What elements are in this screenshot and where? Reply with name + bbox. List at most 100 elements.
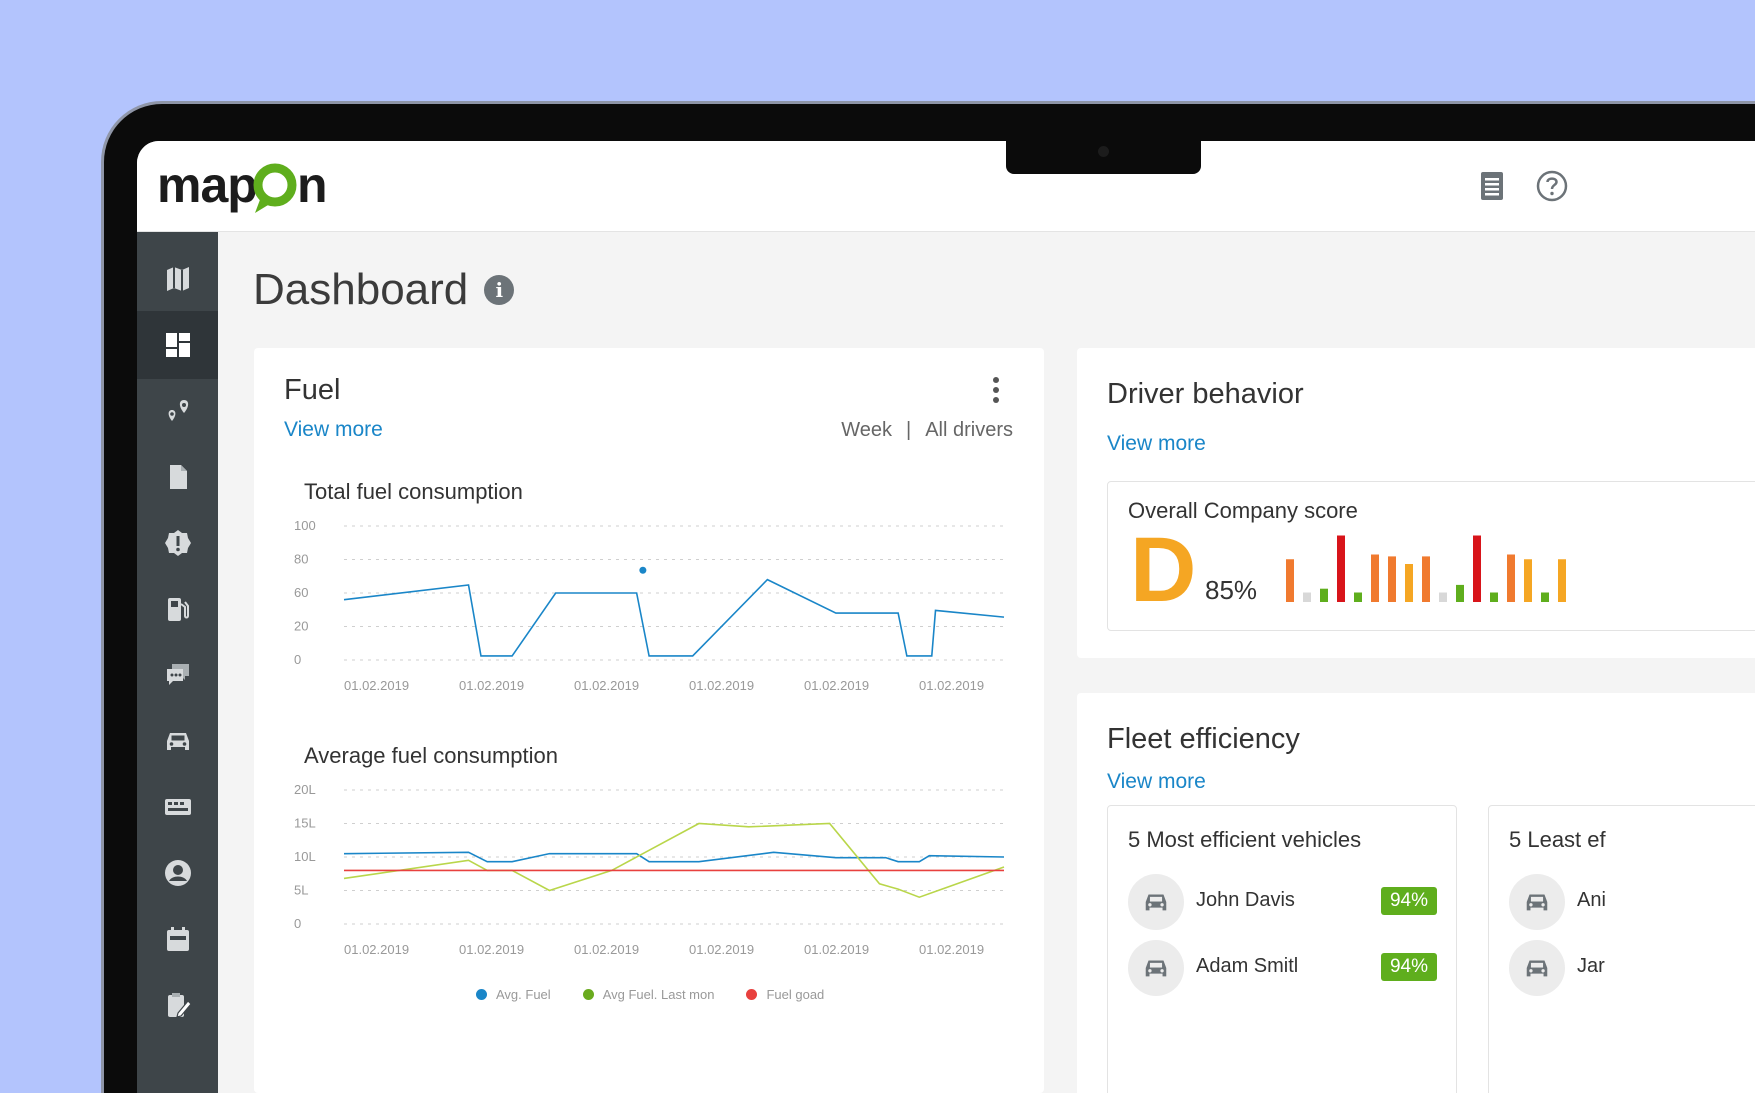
driver-behavior-card: Driver behavior View more Overall Compan… [1077,348,1755,658]
score-bar [1558,559,1566,602]
nav-tasks[interactable] [137,971,218,1039]
least-efficient-title: 5 Least ef [1509,827,1606,852]
most-efficient-title: 5 Most efficient vehicles [1128,827,1362,852]
sidebar [137,232,218,1093]
driver-behavior-title: Driver behavior [1107,378,1304,410]
score-bar [1473,535,1481,602]
car-icon [1526,894,1548,911]
car-icon [166,733,189,750]
avg-fuel-x-tick-label: 01.02.2019 [344,942,409,957]
score-bar [1303,592,1311,602]
camera-lens [1098,146,1109,157]
notes-icon[interactable] [1475,169,1509,203]
info-icon[interactable]: i [484,275,515,305]
score-bar [1439,592,1447,602]
help-icon[interactable] [1535,169,1569,203]
total-fuel-x-tick-label: 01.02.2019 [344,678,409,693]
score-bar [1490,592,1498,602]
score-bar [1354,592,1362,602]
score-bar [1371,554,1379,602]
avg-fuel-chart: 20L 15L 10L 5L 0 01.02.2019 01.02.2019 01.02.20… [294,782,1005,957]
score-bar [1337,535,1345,602]
mapon-logo[interactable]: map n [157,153,347,221]
nav-routes[interactable] [137,377,218,445]
total-fuel-y-tick-label: 80 [294,552,308,567]
vehicle-row[interactable]: Jar [1509,940,1709,996]
avg-fuel-y-tick-label: 0 [294,916,301,931]
calendar-icon [166,927,189,951]
total-fuel-x-tick-label: 01.02.2019 [804,678,869,693]
legend-avg-fuel-last-month: Avg Fuel. Last mon [582,987,714,1002]
avg-fuel-x-tick-label: 01.02.2019 [804,942,869,957]
fleet-efficiency-card: Fleet efficiency View more 5 Most effici… [1077,693,1755,1093]
score-grade: D [1130,519,1197,621]
fuel-card: Fuel View more Week | All drivers Total … [254,348,1044,1093]
avg-fuel-y-tick-label: 20L [294,782,316,797]
total-fuel-chart: 100 80 60 20 0 01.02.2019 01.02.2019 01.02.2019… [294,518,1005,693]
nav-fuel[interactable] [137,575,218,643]
total-fuel-y-tick-label: 0 [294,652,301,667]
avg-fuel-x-tick-label: 01.02.2019 [919,942,984,957]
fleet-efficiency-title: Fleet efficiency [1107,723,1300,755]
score-bar [1320,588,1328,602]
logo-text-end: n [297,157,328,213]
dashboard-icon [165,333,190,357]
vehicle-avatar [1509,874,1565,930]
total-fuel-x-tick-label: 01.02.2019 [919,678,984,693]
more-options-icon[interactable] [990,376,1002,406]
score-bar [1405,564,1413,602]
page-title: Dashboard i [253,265,515,315]
score-bars-chart [1286,535,1566,602]
car-icon [1526,960,1548,977]
vehicle-row[interactable]: Adam Smitl 94% [1128,940,1437,996]
company-score-box: Overall Company score D 85% [1107,481,1755,631]
driver-view-more-link[interactable]: View more [1107,432,1206,456]
app-screen: map n Dashboard i Fuel View more Week | … [137,141,1755,1093]
legend-avg-fuel: Avg. Fuel [476,987,551,1002]
vehicle-driver-name: Adam Smitl [1196,955,1299,977]
nav-map[interactable] [137,245,218,313]
score-bar [1507,554,1515,602]
nav-messages[interactable] [137,641,218,709]
nav-alerts[interactable] [137,509,218,577]
nav-vehicles[interactable] [137,707,218,775]
fleet-view-more-link[interactable]: View more [1107,770,1206,794]
avg-fuel-x-tick-label: 01.02.2019 [574,942,639,957]
vehicle-row[interactable]: John Davis 94% [1128,874,1437,930]
avg-fuel-title: Average fuel consumption [304,743,558,768]
nav-dashboard[interactable] [137,311,218,379]
total-fuel-x-tick-label: 01.02.2019 [689,678,754,693]
alert-badge-icon [164,530,191,556]
nav-reports[interactable] [137,443,218,511]
nav-users[interactable] [137,839,218,907]
avg-fuel-y-tick-label: 15L [294,816,316,831]
nav-calendar[interactable] [137,905,218,973]
drivers-filter[interactable]: All drivers [925,419,1013,442]
legend-fuel-goal: Fuel goad [746,987,824,1002]
fuel-filters: Week | All drivers [841,419,1013,442]
fuel-view-more-link[interactable]: View more [284,418,383,442]
score-percent: 85% [1205,575,1258,605]
car-icon [1145,960,1167,977]
score-bar [1422,556,1430,602]
vehicle-row[interactable]: Ani [1509,874,1709,930]
vehicle-avatar [1128,940,1184,996]
total-fuel-y-tick-label: 100 [294,518,316,533]
map-icon [166,267,189,291]
score-bar [1286,559,1294,602]
document-icon [169,465,187,489]
filter-separator: | [906,419,912,441]
period-filter[interactable]: Week [841,419,892,442]
least-efficient-box: 5 Least ef Ani Jar [1488,805,1755,1093]
avg-fuel-series-line-1 [343,822,1005,899]
user-icon [164,860,191,886]
nav-devices[interactable] [137,773,218,841]
keyboard-icon [164,799,191,815]
page-title-text: Dashboard [253,265,469,314]
fuel-card-title: Fuel [284,374,341,406]
logo-pin-icon [253,163,297,213]
efficiency-badge: 94% [1380,887,1437,915]
vehicle-driver-name: Ani [1577,889,1606,911]
score-bar [1388,556,1396,602]
score-bar [1456,584,1464,602]
